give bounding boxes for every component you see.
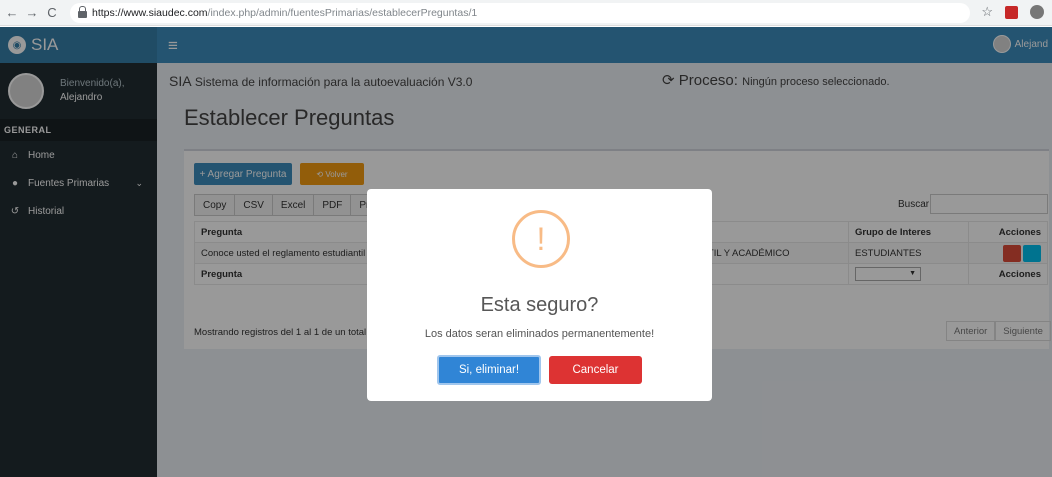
cancel-button[interactable]: Cancelar [549,356,642,384]
url-path: /index.php/admin/fuentesPrimarias/establ… [207,6,478,19]
extension-icon[interactable] [1005,5,1018,19]
dialog-title: Esta seguro? [480,294,599,316]
url-host: https://www.siaudec.com [92,6,208,19]
profile-avatar-icon[interactable] [1030,5,1044,19]
forward-icon[interactable]: → [24,5,40,20]
lock-icon [78,5,87,18]
confirm-delete-button[interactable]: Si, eliminar! [437,355,541,385]
warning-icon: ! [512,210,570,268]
bookmark-star-icon[interactable]: ☆ [981,4,993,20]
back-icon[interactable]: ← [4,5,20,20]
address-bar[interactable]: https://www.siaudec.com/index.php/admin/… [70,2,970,23]
browser-toolbar: ← → C https://www.siaudec.com/index.php/… [0,0,1052,26]
reload-icon[interactable]: C [44,5,60,20]
dialog-text: Los datos seran eliminados permanentemen… [424,328,655,340]
confirm-dialog: ! Esta seguro? Los datos seran eliminado… [367,189,712,401]
